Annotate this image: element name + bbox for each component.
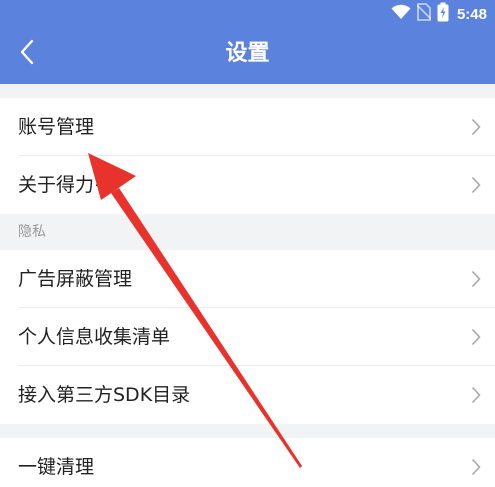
status-bar: 5:48: [391, 2, 487, 26]
battery-charging-icon: [437, 2, 449, 26]
list-item-label: 广告屏蔽管理: [18, 268, 133, 290]
account-section: 账号管理 关于得力+: [0, 98, 495, 214]
no-sim-icon: [416, 3, 432, 25]
chevron-right-icon: [471, 386, 481, 404]
chevron-right-icon: [471, 176, 481, 194]
list-item-third-party-sdk[interactable]: 接入第三方SDK目录: [0, 366, 495, 424]
chevron-right-icon: [471, 328, 481, 346]
app-header: 5:48 设置: [0, 0, 495, 84]
chevron-right-icon: [471, 118, 481, 136]
list-item-label: 关于得力+: [18, 174, 110, 196]
list-item-personal-info-list[interactable]: 个人信息收集清单: [0, 308, 495, 366]
section-header-privacy: 隐私: [18, 224, 46, 240]
list-item-about[interactable]: 关于得力+: [0, 156, 495, 214]
list-item-account-management[interactable]: 账号管理: [0, 98, 495, 156]
list-item-label: 接入第三方SDK目录: [18, 384, 191, 406]
cleanup-section: 一键清理: [0, 438, 495, 487]
settings-screen: 5:48 设置 账号管理 关于得力+ 隐私 广告屏蔽管理 个人信息收集清单 接入…: [0, 0, 495, 487]
chevron-right-icon: [471, 270, 481, 288]
page-title: 设置: [225, 41, 270, 66]
list-item-label: 个人信息收集清单: [18, 326, 171, 348]
list-item-ad-blocking[interactable]: 广告屏蔽管理: [0, 250, 495, 308]
list-item-label: 一键清理: [18, 456, 95, 478]
chevron-right-icon: [471, 458, 481, 476]
wifi-icon: [391, 4, 411, 24]
list-item-one-click-clean[interactable]: 一键清理: [0, 438, 495, 487]
list-item-label: 账号管理: [18, 116, 95, 138]
privacy-section: 广告屏蔽管理 个人信息收集清单 接入第三方SDK目录: [0, 250, 495, 424]
status-time: 5:48: [456, 5, 487, 23]
